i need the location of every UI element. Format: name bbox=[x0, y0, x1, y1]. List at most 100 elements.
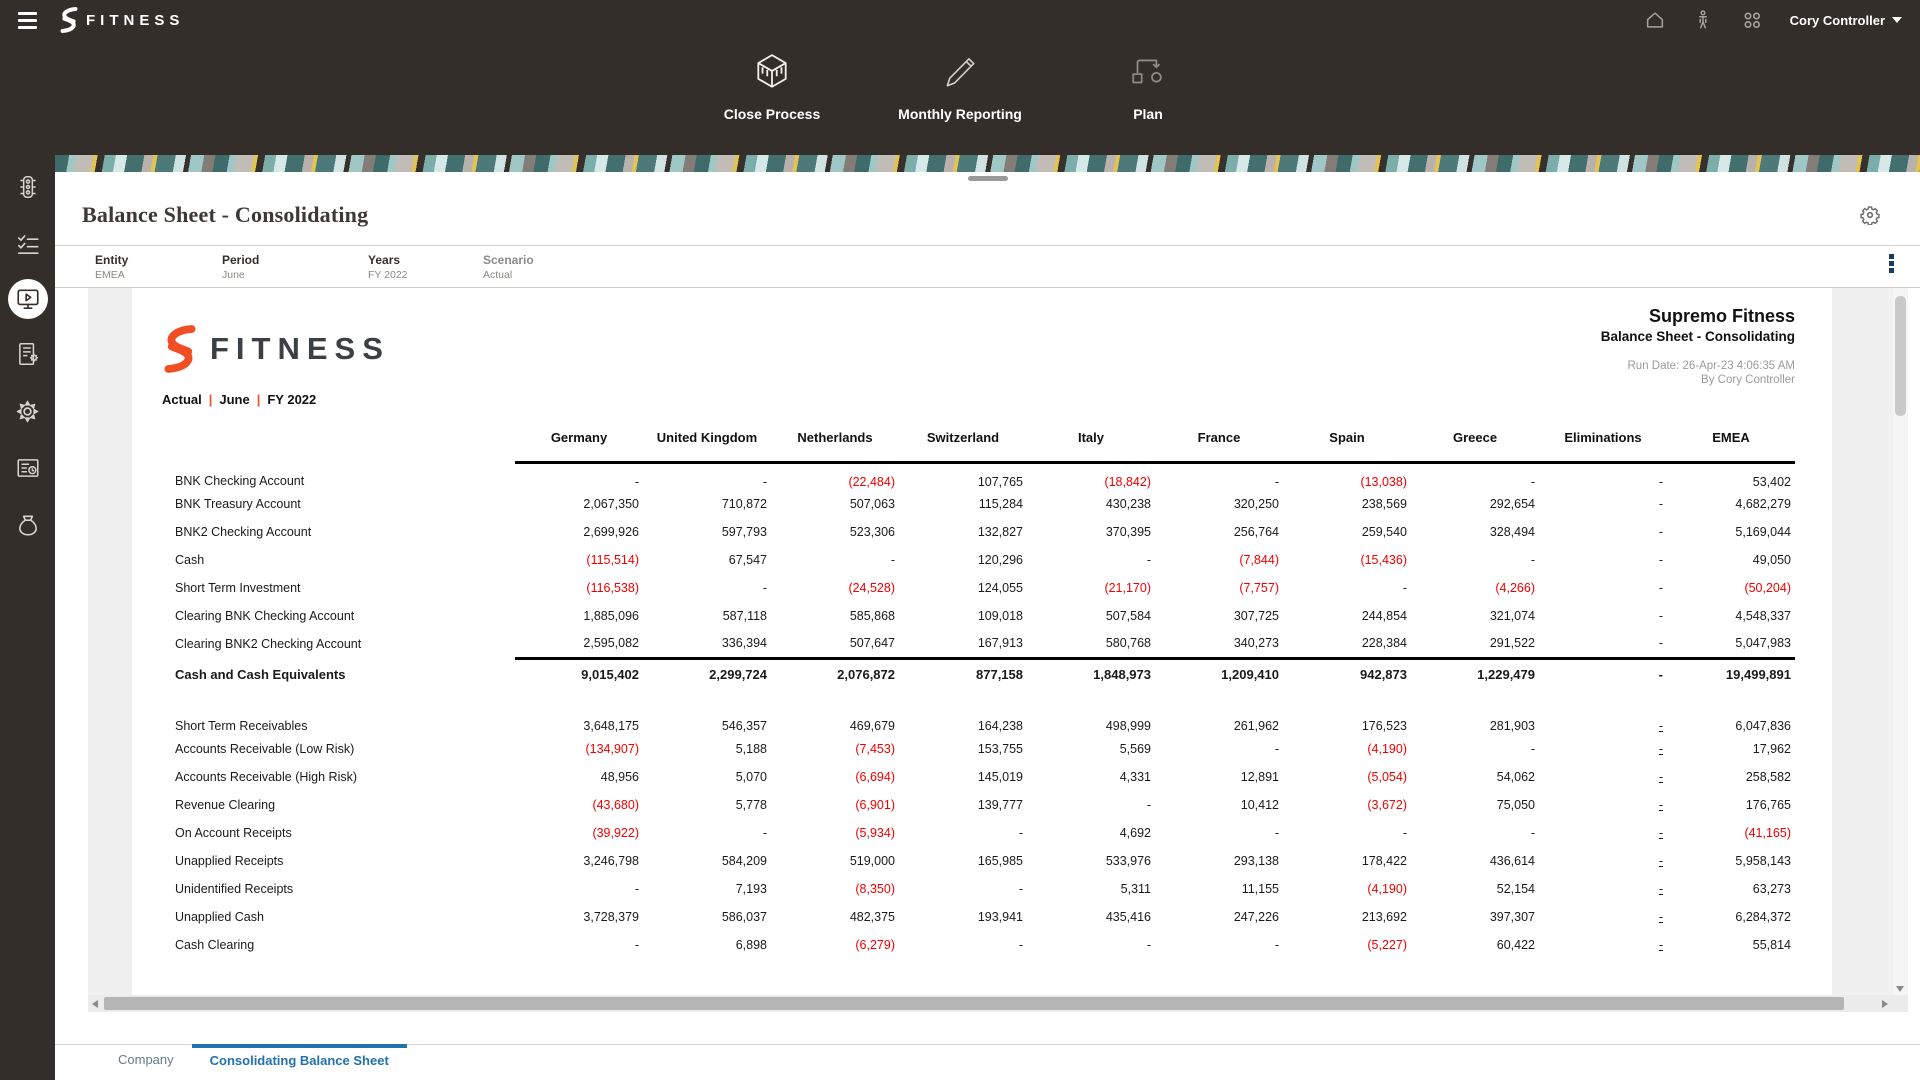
row-label: BNK Treasury Account bbox=[175, 490, 515, 518]
cell: 167,913 bbox=[899, 630, 1027, 658]
column-header: Greece bbox=[1411, 416, 1539, 462]
apps-grid-icon[interactable] bbox=[1740, 8, 1764, 32]
cell: 292,654 bbox=[1411, 490, 1539, 518]
cell: 176,523 bbox=[1283, 707, 1411, 735]
cell: 165,985 bbox=[899, 847, 1027, 875]
vertical-scrollbar[interactable] bbox=[1893, 288, 1908, 995]
cell: (6,694) bbox=[771, 763, 899, 791]
cell[interactable]: - bbox=[1539, 735, 1667, 763]
pov-scenario[interactable]: Scenario Actual bbox=[483, 253, 534, 281]
cell: 580,768 bbox=[1027, 630, 1155, 658]
cell[interactable]: - bbox=[1539, 847, 1667, 875]
sidebar-item-reports[interactable] bbox=[8, 279, 48, 319]
cell: - bbox=[643, 462, 771, 490]
cell: - bbox=[899, 819, 1027, 847]
cell: - bbox=[1027, 546, 1155, 574]
cell[interactable]: - bbox=[1539, 903, 1667, 931]
cell[interactable]: - bbox=[1539, 791, 1667, 819]
scroll-down-arrow-icon[interactable] bbox=[1896, 986, 1904, 992]
nav-card-close-process[interactable]: Close Process bbox=[697, 52, 847, 122]
row-label: Short Term Investment bbox=[175, 574, 515, 602]
row-label: Cash bbox=[175, 546, 515, 574]
cell: - bbox=[1411, 735, 1539, 763]
pov-years[interactable]: Years FY 2022 bbox=[368, 253, 483, 281]
vscroll-thumb[interactable] bbox=[1895, 296, 1906, 416]
pov-label: Entity bbox=[95, 253, 222, 267]
cell: 9,015,402 bbox=[515, 658, 643, 690]
cell: (15,436) bbox=[1283, 546, 1411, 574]
table-row: Accounts Receivable (High Risk)48,9565,0… bbox=[175, 763, 1795, 791]
nav-card-plan[interactable]: Plan bbox=[1073, 52, 1223, 122]
cell: 60,422 bbox=[1411, 931, 1539, 959]
cell: - bbox=[1027, 791, 1155, 819]
pov-period[interactable]: Period June bbox=[222, 253, 368, 281]
user-menu[interactable]: Cory Controller bbox=[1790, 13, 1902, 28]
hscroll-thumb[interactable] bbox=[104, 997, 1844, 1010]
row-label: Accounts Receivable (High Risk) bbox=[175, 763, 515, 791]
sidebar-item-settings[interactable] bbox=[6, 389, 50, 433]
column-header: France bbox=[1155, 416, 1283, 462]
sidebar-item-journals[interactable] bbox=[6, 332, 50, 376]
cell: 67,547 bbox=[643, 546, 771, 574]
row-label: Clearing BNK2 Checking Account bbox=[175, 630, 515, 658]
cell: 7,193 bbox=[643, 875, 771, 903]
cell: 498,999 bbox=[1027, 707, 1155, 735]
cell[interactable]: - bbox=[1539, 931, 1667, 959]
scroll-right-arrow-icon[interactable] bbox=[1882, 1000, 1888, 1008]
cell: 193,941 bbox=[899, 903, 1027, 931]
cell: 11,155 bbox=[1155, 875, 1283, 903]
row-label: Unapplied Receipts bbox=[175, 847, 515, 875]
cell: (13,038) bbox=[1283, 462, 1411, 490]
sidebar-item-analysis[interactable] bbox=[6, 446, 50, 490]
report-clock-icon bbox=[15, 455, 41, 481]
journal-gear-icon bbox=[15, 341, 41, 367]
cell: 397,307 bbox=[1411, 903, 1539, 931]
report-title: Balance Sheet - Consolidating bbox=[1601, 329, 1795, 344]
cell: 430,238 bbox=[1027, 490, 1155, 518]
cell: 228,384 bbox=[1283, 630, 1411, 658]
cell: - bbox=[643, 819, 771, 847]
column-header: Germany bbox=[515, 416, 643, 462]
cell: (4,190) bbox=[1283, 735, 1411, 763]
home-icon[interactable] bbox=[1644, 9, 1666, 31]
cell: (39,922) bbox=[515, 819, 643, 847]
tab-consolidating-balance-sheet[interactable]: Consolidating Balance Sheet bbox=[192, 1044, 407, 1068]
cell: 4,548,337 bbox=[1667, 602, 1795, 630]
cell: (4,190) bbox=[1283, 875, 1411, 903]
report-header-right: Supremo Fitness Balance Sheet - Consolid… bbox=[1601, 306, 1795, 386]
table-row: BNK Checking Account--(22,484)107,765(18… bbox=[175, 462, 1795, 490]
cell: - bbox=[771, 546, 899, 574]
nav-card-monthly-reporting[interactable]: Monthly Reporting bbox=[885, 52, 1035, 122]
sidebar-item-budget[interactable] bbox=[6, 503, 50, 547]
accessibility-icon[interactable] bbox=[1692, 9, 1714, 31]
drag-handle[interactable] bbox=[968, 176, 1008, 181]
cell: 6,284,372 bbox=[1667, 903, 1795, 931]
checklist-icon bbox=[15, 231, 41, 257]
cell[interactable]: - bbox=[1539, 763, 1667, 791]
cell[interactable]: - bbox=[1539, 875, 1667, 903]
table-row: Unapplied Cash3,728,379586,037482,375193… bbox=[175, 903, 1795, 931]
cell[interactable]: - bbox=[1539, 707, 1667, 735]
report-settings-gear-icon[interactable] bbox=[1860, 205, 1880, 225]
tab-company[interactable]: Company bbox=[100, 1044, 192, 1067]
sidebar-item-tasks[interactable] bbox=[6, 222, 50, 266]
hamburger-icon[interactable] bbox=[18, 7, 44, 33]
cell: (5,054) bbox=[1283, 763, 1411, 791]
cell: (7,844) bbox=[1155, 546, 1283, 574]
cell: (116,538) bbox=[515, 574, 643, 602]
cell: 435,416 bbox=[1027, 903, 1155, 931]
cell[interactable]: - bbox=[1539, 819, 1667, 847]
cell: 120,296 bbox=[899, 546, 1027, 574]
cell: 5,070 bbox=[643, 763, 771, 791]
table-row: Cash Clearing-6,898(6,279)---(5,227)60,4… bbox=[175, 931, 1795, 959]
scroll-left-arrow-icon[interactable] bbox=[92, 1000, 98, 1008]
sidebar-item-console[interactable] bbox=[6, 165, 50, 209]
cell: - bbox=[515, 875, 643, 903]
pov-options-kebab-icon[interactable] bbox=[1889, 254, 1894, 273]
cell: (22,484) bbox=[771, 462, 899, 490]
horizontal-scrollbar[interactable] bbox=[88, 995, 1908, 1012]
cell: - bbox=[1539, 602, 1667, 630]
cell: 5,958,143 bbox=[1667, 847, 1795, 875]
caret-down-icon bbox=[1892, 17, 1902, 23]
pov-entity[interactable]: Entity EMEA bbox=[95, 253, 222, 281]
